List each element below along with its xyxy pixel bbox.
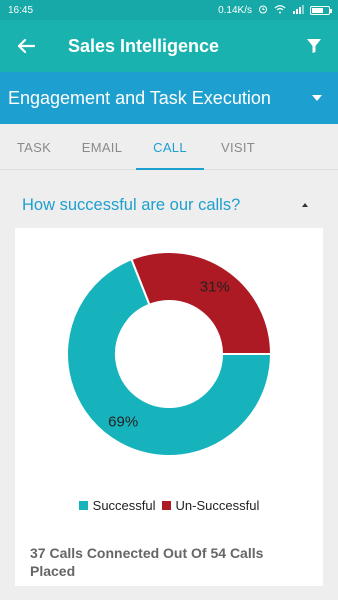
signal-icon bbox=[292, 4, 304, 17]
chevron-down-icon bbox=[312, 95, 322, 101]
donut-label-unsuccessful: 31% bbox=[200, 279, 230, 296]
tab-bar: TASK EMAIL CALL VISIT bbox=[0, 124, 338, 170]
legend-label-successful: Successful bbox=[92, 498, 156, 513]
back-button[interactable] bbox=[0, 20, 52, 72]
battery-icon bbox=[310, 5, 332, 15]
question-header[interactable]: How successful are our calls? bbox=[0, 182, 338, 228]
legend-swatch-successful bbox=[78, 501, 88, 510]
section-selector[interactable]: Engagement and Task Execution bbox=[0, 72, 338, 124]
legend-item-successful[interactable]: Successful bbox=[78, 498, 156, 513]
section-title: Engagement and Task Execution bbox=[8, 87, 271, 108]
status-time: 16:45 bbox=[8, 4, 34, 16]
network-speed: 0.14K/s bbox=[218, 4, 252, 16]
page-title: Sales Intelligence bbox=[68, 35, 220, 56]
tab-visit[interactable]: VISIT bbox=[204, 124, 272, 170]
arrow-left-icon bbox=[17, 38, 35, 54]
donut-slice-unsuccessful[interactable] bbox=[130, 251, 273, 355]
chevron-up-icon[interactable] bbox=[302, 203, 308, 207]
donut-label-successful: 69% bbox=[108, 413, 138, 430]
legend-item-unsuccessful[interactable]: Un-Successful bbox=[161, 498, 260, 513]
legend-swatch-unsuccessful bbox=[161, 501, 171, 510]
alarm-icon bbox=[258, 4, 268, 17]
tab-call[interactable]: CALL bbox=[136, 124, 204, 170]
question-title: How successful are our calls? bbox=[22, 195, 241, 214]
legend-label-unsuccessful: Un-Successful bbox=[175, 498, 260, 513]
app-bar: Sales Intelligence bbox=[0, 20, 338, 72]
wifi-icon bbox=[274, 4, 286, 17]
filter-icon bbox=[307, 39, 321, 53]
calls-summary: 37 Calls Connected Out Of 54 Calls Place… bbox=[30, 545, 264, 579]
chart-legend: Successful Un-Successful bbox=[15, 498, 323, 513]
donut-chart: 69% 31% bbox=[66, 251, 273, 457]
tab-task[interactable]: TASK bbox=[0, 124, 68, 170]
status-bar: 16:45 0.14K/s bbox=[0, 0, 338, 20]
filter-button[interactable] bbox=[290, 20, 338, 72]
status-icons: 0.14K/s bbox=[218, 4, 332, 17]
tab-email[interactable]: EMAIL bbox=[68, 124, 136, 170]
chart-card: 69% 31% Successful Un-Successful 37 Calls… bbox=[15, 228, 323, 586]
